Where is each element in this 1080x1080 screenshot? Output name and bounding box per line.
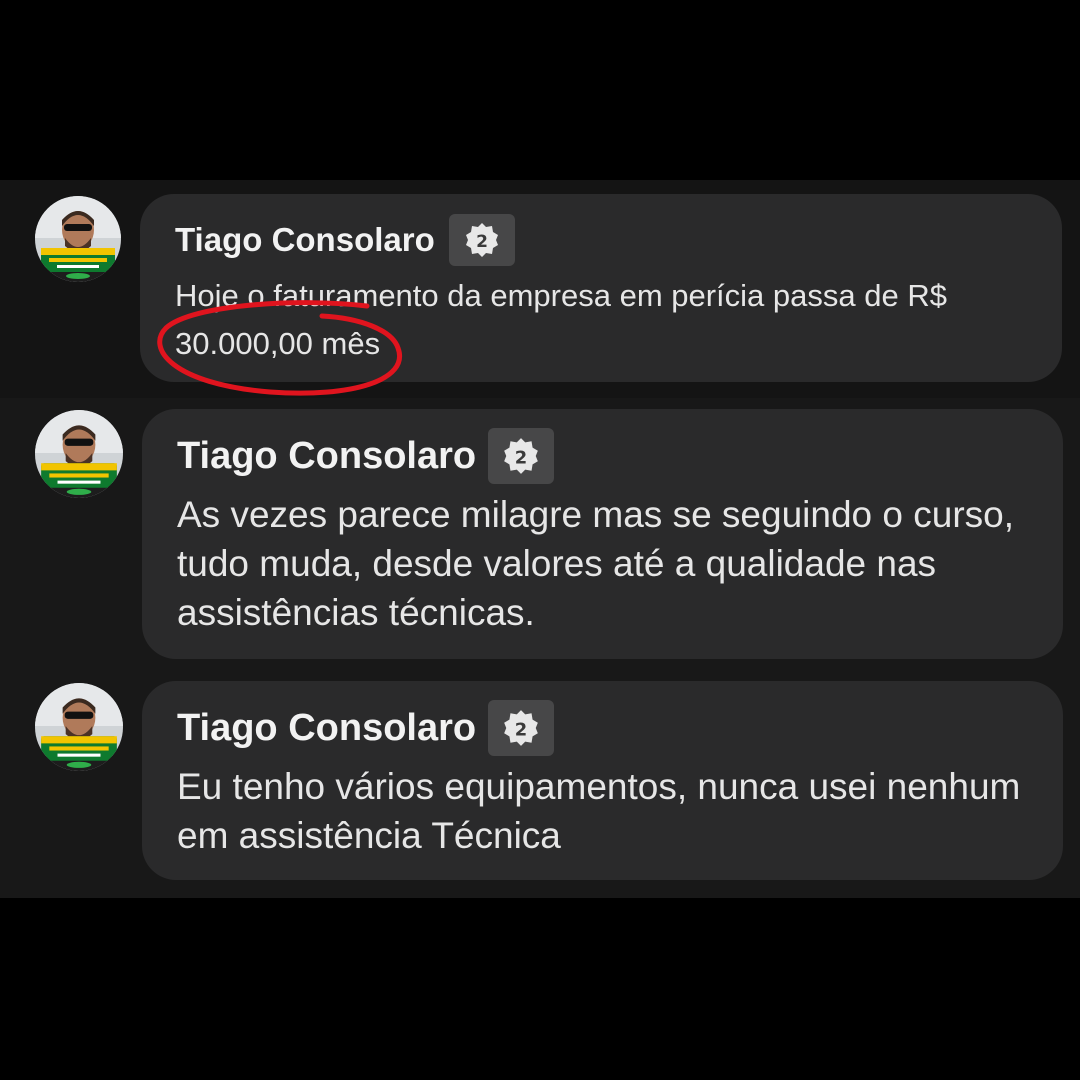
badge-icon: 2: [465, 223, 498, 257]
avatar[interactable]: [35, 410, 123, 498]
avatar-image: [35, 683, 123, 771]
avatar-image: [35, 410, 123, 498]
badge-icon: 2: [504, 710, 538, 746]
comment-text: Eu tenho vários equipamentos, nunca usei…: [177, 766, 1021, 856]
badge-icon: 2: [504, 438, 538, 474]
badge-number: 2: [515, 447, 527, 468]
author-name[interactable]: Tiago Consolaro: [177, 707, 476, 750]
author-name[interactable]: Tiago Consolaro: [175, 221, 435, 259]
avatar-image: [35, 196, 121, 282]
avatar[interactable]: [35, 196, 121, 282]
comment-text: Hoje o faturamento da empresa em perícia…: [175, 278, 947, 361]
avatar[interactable]: [35, 683, 123, 771]
badge-number: 2: [515, 719, 527, 740]
top-fan-badge[interactable]: 2: [448, 214, 515, 266]
comment-text: As vezes parece milagre mas se seguindo …: [177, 494, 1015, 633]
top-fan-badge[interactable]: 2: [488, 428, 555, 484]
badge-number: 2: [476, 232, 488, 252]
top-fan-badge[interactable]: 2: [488, 700, 555, 756]
author-name[interactable]: Tiago Consolaro: [177, 435, 476, 478]
